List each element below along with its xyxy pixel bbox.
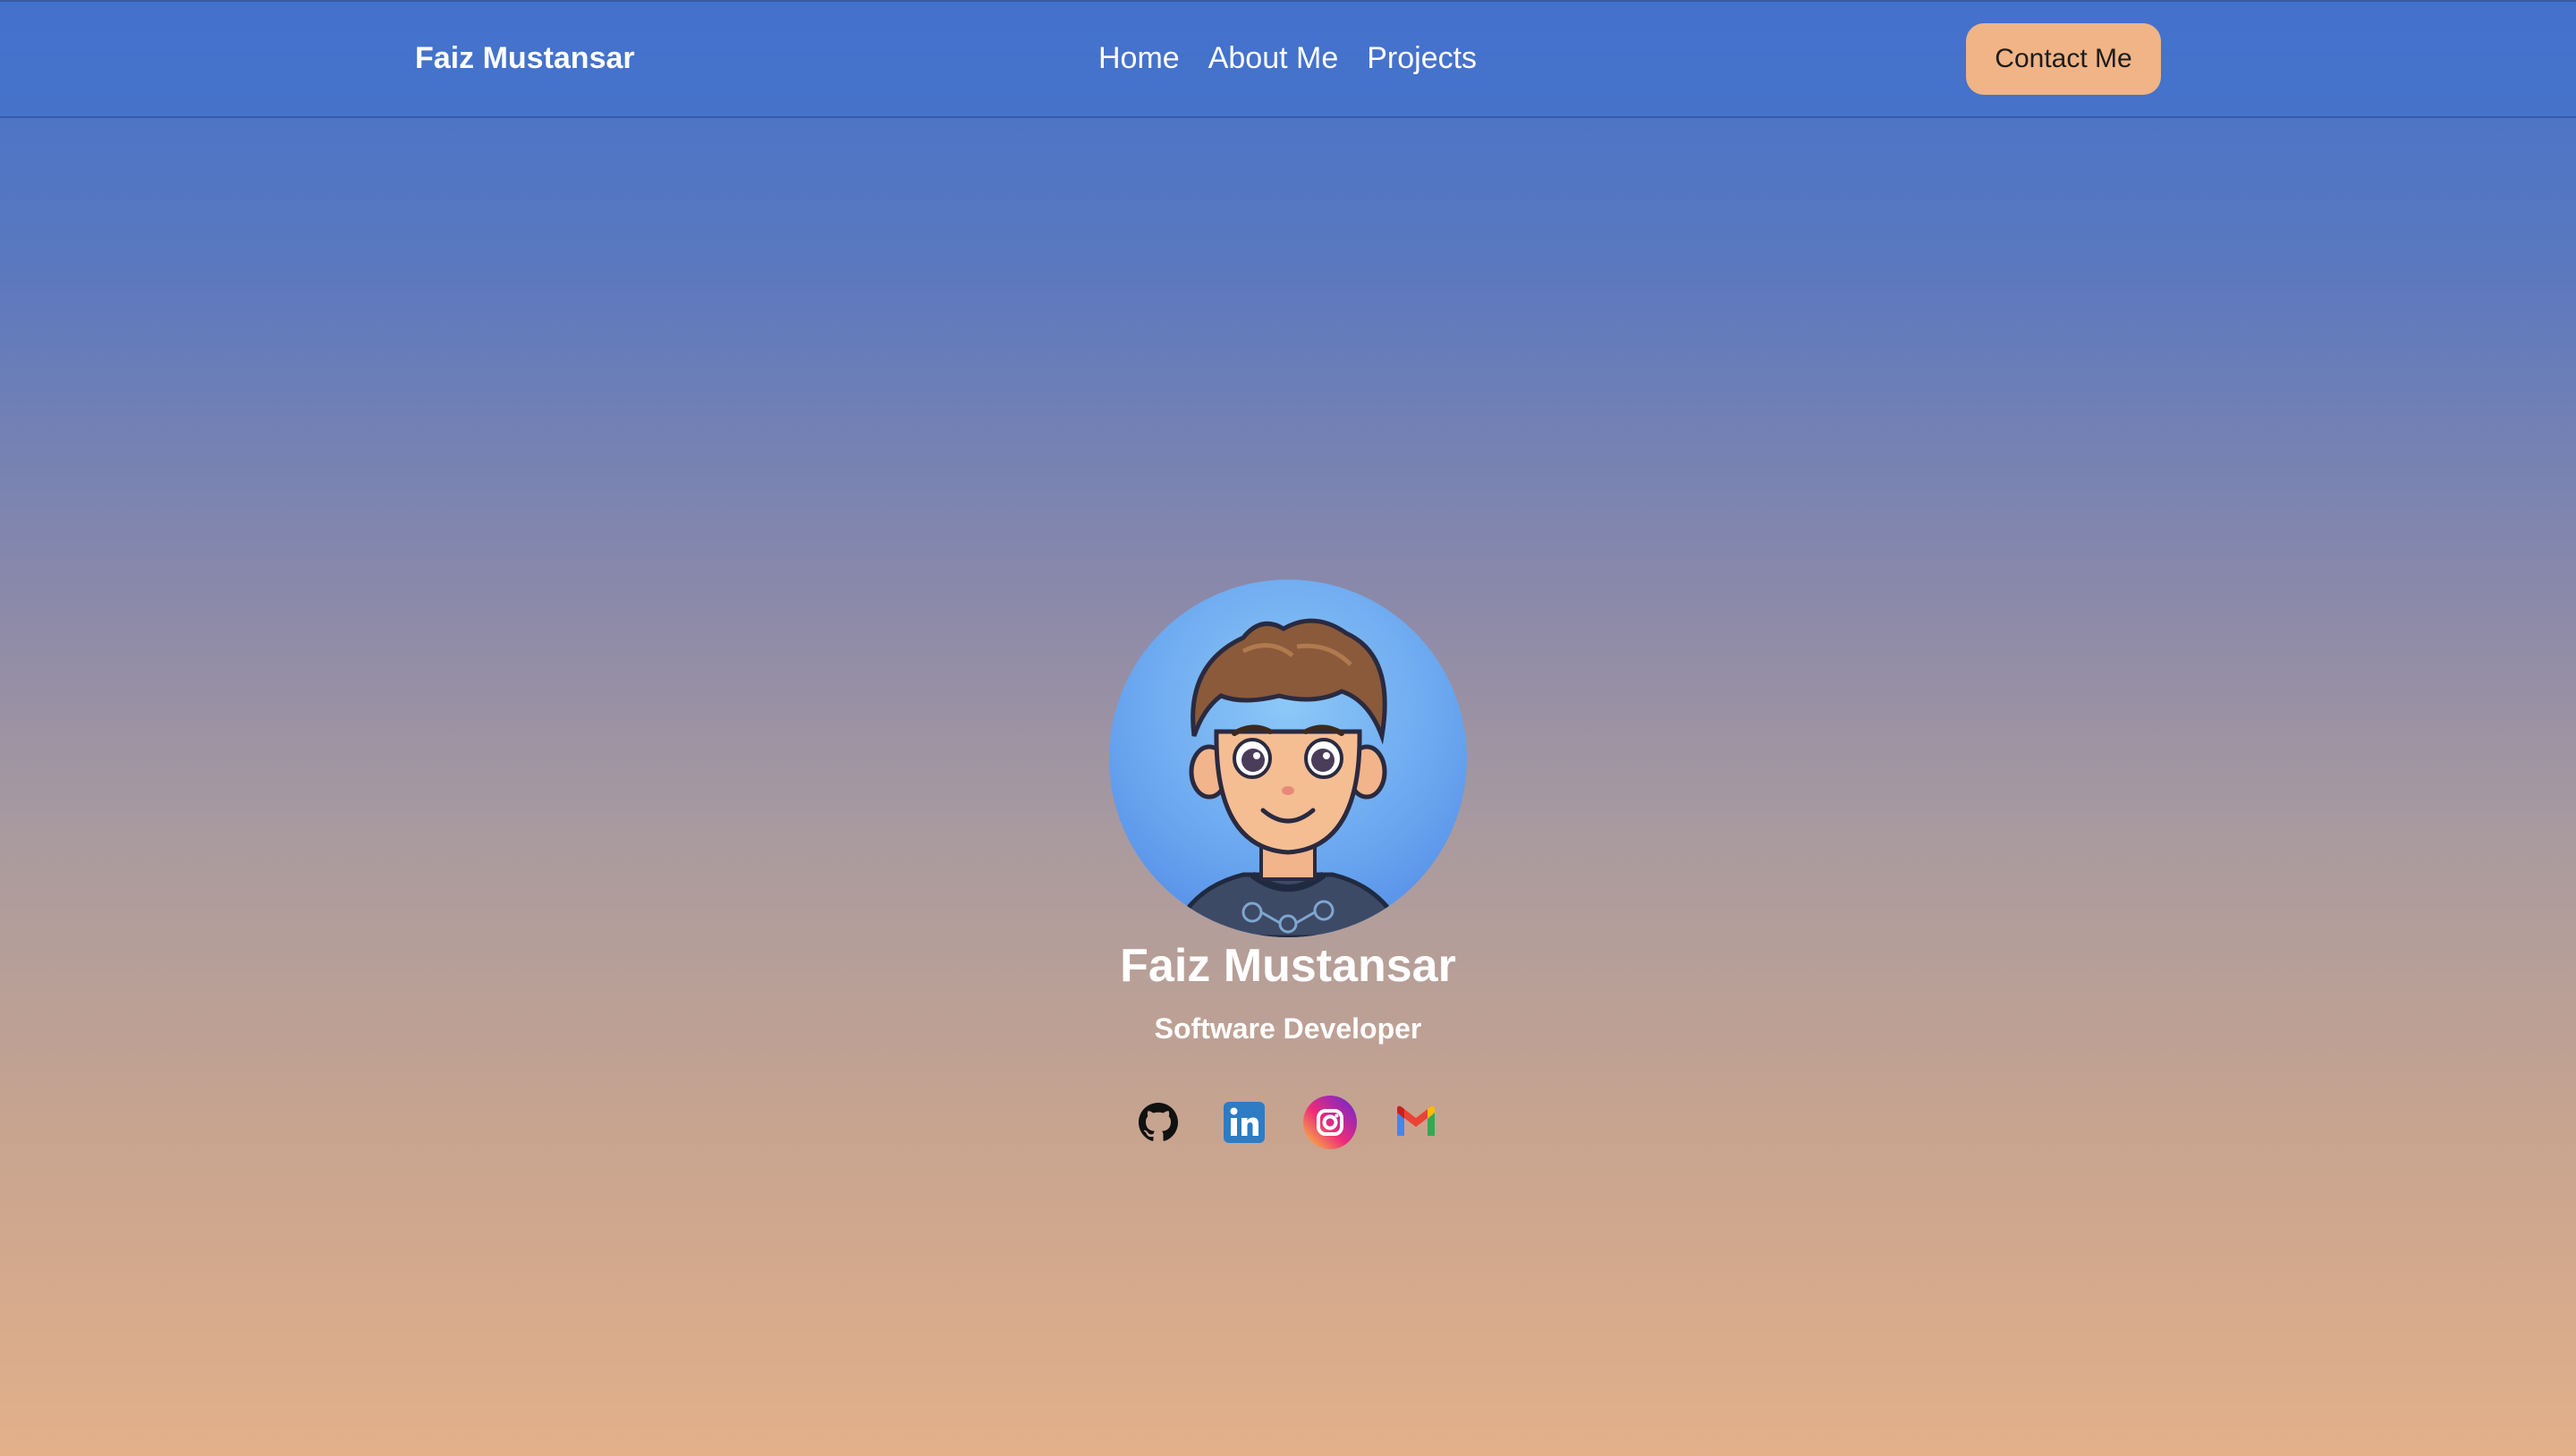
social-links <box>1131 1095 1444 1150</box>
navbar: Faiz Mustansar Home About Me Projects Co… <box>0 0 2576 118</box>
linkedin-icon[interactable] <box>1216 1095 1272 1150</box>
nav-projects-link[interactable]: Projects <box>1367 39 1477 77</box>
avatar-illustration <box>1169 618 1407 937</box>
nav-links: Home About Me Projects <box>1098 39 1477 77</box>
avatar <box>1109 580 1467 937</box>
brand-name[interactable]: Faiz Mustansar <box>415 39 635 77</box>
nav-about-link[interactable]: About Me <box>1208 39 1339 77</box>
nav-home-link[interactable]: Home <box>1098 39 1180 77</box>
gmail-icon[interactable] <box>1388 1095 1444 1150</box>
instagram-icon[interactable] <box>1302 1095 1358 1150</box>
hero-name: Faiz Mustansar <box>1120 940 1456 992</box>
github-icon[interactable] <box>1131 1095 1186 1150</box>
contact-button[interactable]: Contact Me <box>1966 23 2161 95</box>
hero-role: Software Developer <box>1154 1012 1422 1045</box>
